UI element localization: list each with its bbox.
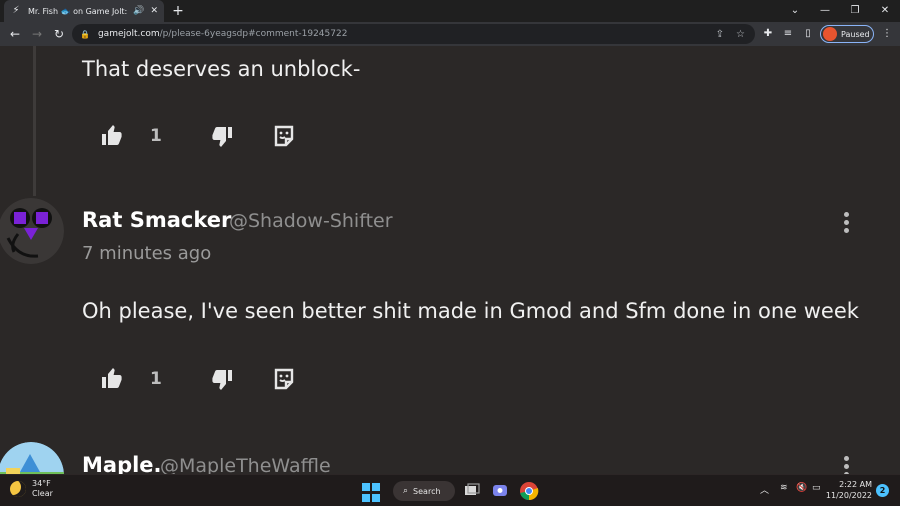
dislike-icon[interactable] bbox=[210, 124, 234, 148]
close-window-icon[interactable]: ✕ bbox=[870, 0, 900, 22]
close-tab-icon[interactable]: ✕ bbox=[150, 6, 158, 16]
dislike-icon[interactable] bbox=[210, 367, 234, 391]
weather-widget[interactable]: 34°F Clear bbox=[10, 479, 53, 499]
like-icon[interactable] bbox=[100, 124, 124, 148]
notification-badge[interactable]: 2 bbox=[876, 484, 889, 497]
more-options-icon[interactable] bbox=[842, 456, 850, 474]
speaker-icon[interactable]: 🔊 bbox=[133, 6, 144, 16]
profile-button[interactable]: Paused bbox=[820, 25, 874, 43]
windows-start-icon[interactable] bbox=[362, 483, 382, 503]
extensions-icon[interactable]: ✚ bbox=[760, 26, 776, 42]
browser-toolbar: ← → ↻ 🔒 gamejolt.com /p/please-6yeagsdp#… bbox=[0, 22, 900, 46]
tab-strip: ⚡ Mr. Fish 🐟 on Game Jolt: "P 🔊 ✕ + ⌄ — … bbox=[0, 0, 900, 22]
weather-temp: 34°F bbox=[32, 479, 51, 488]
wifi-icon[interactable]: ≋ bbox=[780, 483, 788, 493]
search-label: Search bbox=[413, 486, 441, 496]
bookmark-star-icon[interactable]: ☆ bbox=[736, 29, 745, 40]
tab-title: Mr. Fish 🐟 on Game Jolt: "P bbox=[28, 6, 130, 16]
username[interactable]: Maple. bbox=[82, 453, 162, 474]
profile-avatar bbox=[823, 27, 837, 41]
comment-text: That deserves an unblock- bbox=[82, 57, 361, 81]
weather-desc: Clear bbox=[32, 489, 53, 498]
chat-icon[interactable] bbox=[490, 481, 510, 501]
like-icon[interactable] bbox=[100, 367, 124, 391]
timestamp[interactable]: 7 minutes ago bbox=[82, 243, 211, 264]
chevron-up-icon[interactable]: ︿ bbox=[760, 483, 769, 496]
browser-tab[interactable]: ⚡ Mr. Fish 🐟 on Game Jolt: "P 🔊 ✕ bbox=[4, 0, 164, 22]
moon-icon bbox=[10, 481, 26, 497]
username[interactable]: Rat Smacker bbox=[82, 208, 231, 232]
speaker-muted-icon[interactable]: 🔇 bbox=[796, 483, 807, 493]
like-count: 1 bbox=[150, 369, 162, 389]
forward-icon[interactable]: → bbox=[28, 25, 46, 43]
comment-text: Oh please, I've seen better shit made in… bbox=[82, 299, 859, 323]
chrome-icon[interactable] bbox=[519, 481, 539, 501]
avatar[interactable] bbox=[0, 442, 64, 474]
url-host: gamejolt.com bbox=[97, 29, 160, 39]
minimize-icon[interactable]: — bbox=[810, 0, 840, 22]
sticker-icon[interactable] bbox=[272, 367, 296, 391]
thread-line bbox=[33, 46, 36, 196]
taskbar: 34°F Clear ⌕ Search ︿ ≋ 🔇 ▭ 2:22 AM 11/2… bbox=[0, 474, 900, 506]
task-view-icon[interactable] bbox=[462, 481, 482, 501]
profile-status: Paused bbox=[841, 29, 870, 39]
share-icon[interactable]: ⇪ bbox=[716, 29, 724, 40]
lock-icon[interactable]: 🔒 bbox=[80, 30, 90, 39]
page-content: That deserves an unblock- 1 Rat Smacker … bbox=[0, 46, 900, 474]
restore-icon[interactable]: ❐ bbox=[840, 0, 870, 22]
user-handle[interactable]: @Shadow-Shifter bbox=[229, 210, 393, 232]
url-path: /p/please-6yeagsdp#comment-19245722 bbox=[159, 29, 348, 39]
reading-list-icon[interactable]: ≡ bbox=[780, 26, 796, 42]
avatar[interactable] bbox=[0, 198, 64, 264]
gamejolt-favicon-icon: ⚡ bbox=[12, 5, 20, 16]
new-tab-button[interactable]: + bbox=[170, 2, 186, 20]
more-options-icon[interactable] bbox=[842, 212, 850, 236]
taskbar-search[interactable]: ⌕ Search bbox=[393, 481, 455, 501]
address-bar[interactable]: 🔒 gamejolt.com /p/please-6yeagsdp#commen… bbox=[72, 24, 755, 44]
reload-icon[interactable]: ↻ bbox=[50, 25, 68, 43]
sticker-icon[interactable] bbox=[272, 124, 296, 148]
date: 11/20/2022 bbox=[825, 491, 872, 500]
tab-search-icon[interactable]: ⌄ bbox=[780, 0, 810, 22]
like-count: 1 bbox=[150, 126, 162, 146]
search-icon: ⌕ bbox=[403, 486, 409, 496]
clock[interactable]: 2:22 AM 11/20/2022 bbox=[818, 479, 872, 501]
menu-icon[interactable]: ⋮ bbox=[879, 26, 895, 42]
user-handle[interactable]: @MapleTheWaffle bbox=[160, 455, 331, 474]
back-icon[interactable]: ← bbox=[6, 25, 24, 43]
time: 2:22 AM bbox=[839, 480, 872, 489]
side-panel-icon[interactable]: ▯ bbox=[800, 26, 816, 42]
